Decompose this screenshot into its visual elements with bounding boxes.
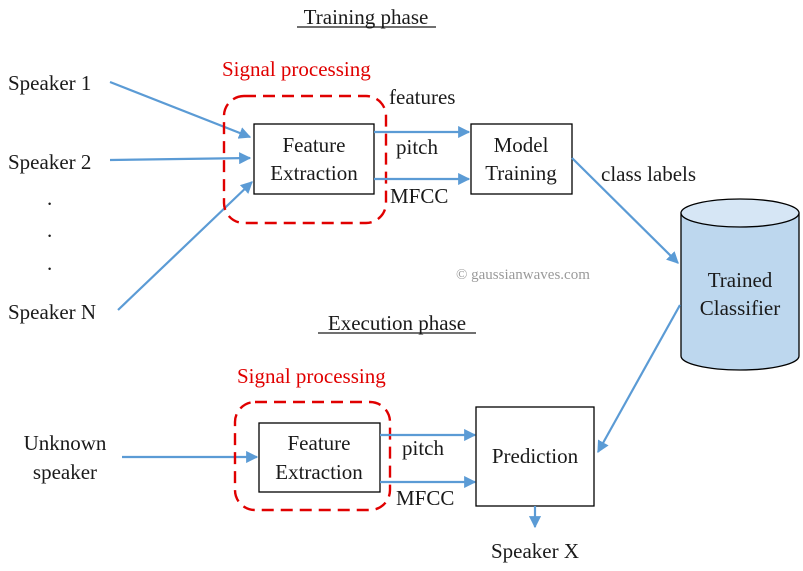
speaker-x-output: Speaker X (491, 539, 579, 563)
arrow-speaker-1 (109, 80, 252, 139)
execution-signal-processing-label: Signal processing (237, 364, 386, 388)
unknown-speaker-line1: Unknown (24, 431, 107, 455)
arrow-speaker-2 (109, 152, 252, 165)
execution-mfcc-label: MFCC (396, 486, 454, 510)
trained-classifier-line1: Trained (708, 268, 773, 292)
class-labels-label: class labels (601, 162, 696, 186)
ellipsis-dot-2: . (47, 218, 52, 242)
training-mfcc-label: MFCC (390, 184, 448, 208)
model-training-line1: Model (494, 133, 549, 157)
unknown-speaker-line2: speaker (33, 460, 97, 484)
training-feature-extraction-line2: Extraction (270, 161, 358, 185)
features-label: features (389, 85, 455, 109)
execution-feature-extraction-line1: Feature (288, 431, 351, 455)
execution-feature-extraction-line2: Extraction (275, 460, 363, 484)
model-training-line2: Training (485, 161, 557, 185)
speaker-1-label: Speaker 1 (8, 71, 91, 95)
diagram-canvas: Training phase Speaker 1 Speaker 2 . . .… (8, 5, 800, 563)
watermark: © gaussianwaves.com (456, 267, 590, 283)
arrow-classifier-to-prediction (597, 304, 681, 454)
speaker-n-label: Speaker N (8, 300, 96, 324)
ellipsis-dot-3: . (47, 251, 52, 275)
arrow-speaker-n (117, 181, 253, 311)
ellipsis-dot-1: . (47, 186, 52, 210)
prediction-label: Prediction (492, 444, 579, 468)
execution-phase-title: Execution phase (328, 311, 466, 335)
training-feature-extraction-line1: Feature (283, 133, 346, 157)
trained-classifier-line2: Classifier (700, 296, 780, 320)
speaker-2-label: Speaker 2 (8, 150, 91, 174)
training-phase-title: Training phase (304, 5, 429, 29)
training-signal-processing-label: Signal processing (222, 57, 371, 81)
execution-pitch-label: pitch (402, 436, 444, 460)
training-pitch-label: pitch (396, 135, 438, 159)
